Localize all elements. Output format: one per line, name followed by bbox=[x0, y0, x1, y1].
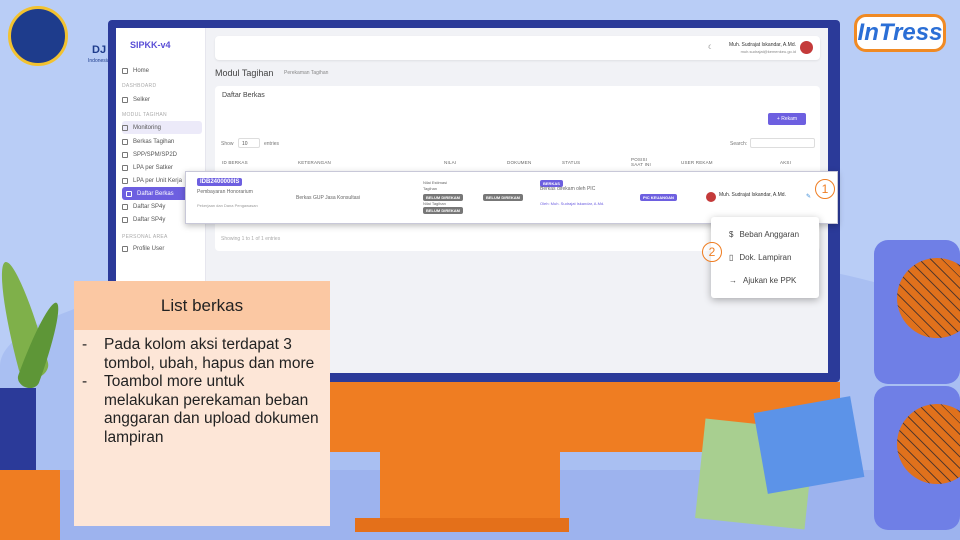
sidebar-item-label: Berkas Tagihan bbox=[133, 138, 175, 145]
col-header[interactable]: STATUS bbox=[562, 160, 580, 165]
sidebar-item-berkas-tagihan[interactable]: Berkas Tagihan bbox=[122, 135, 202, 148]
section-label: PERSONAL AREA bbox=[122, 234, 168, 240]
nilai-status-badge: BELUM DIREKAM bbox=[423, 194, 463, 201]
callout-2: 2 bbox=[702, 242, 722, 262]
nilai-label: Nilai Estimasi bbox=[423, 180, 448, 185]
document-icon: ▯ bbox=[729, 253, 734, 262]
note-title: List berkas bbox=[74, 281, 330, 330]
search-input[interactable] bbox=[750, 138, 815, 148]
theme-toggle-icon[interactable]: ☾ bbox=[708, 44, 713, 51]
monitor-base bbox=[355, 518, 569, 532]
plant-pot bbox=[0, 470, 60, 540]
nilai-label: Nilai Tagihan bbox=[423, 201, 446, 206]
row-keterangan: Berkas GUP Jasa Konsultasi bbox=[296, 195, 361, 201]
sidebar-item-profile[interactable]: Profile User bbox=[122, 242, 202, 255]
col-header[interactable]: ID BERKAS bbox=[222, 160, 248, 165]
col-header[interactable]: NILAI bbox=[444, 160, 456, 165]
user-email: muh.sudrajat@kemenkeu.go.id bbox=[740, 49, 796, 54]
menu-label: Dok. Lampiran bbox=[739, 253, 792, 262]
folder-icon bbox=[126, 190, 132, 197]
list-icon bbox=[122, 124, 128, 131]
sidebar-item-label: LPA per Unit Kerja bbox=[133, 177, 182, 184]
djpb-logo-sub: Indonesia bbox=[88, 58, 110, 64]
row-desc-sub: Pekerjaan dan Dana Pengawasan bbox=[197, 203, 258, 208]
menu-label: Beban Anggaran bbox=[739, 230, 800, 239]
note-point: - Pada kolom aksi terdapat 3 tombol, ubah… bbox=[82, 336, 322, 373]
sidebar-item-label: Daftar SP4y bbox=[133, 216, 166, 223]
col-header[interactable]: DOKUMEN bbox=[507, 160, 531, 165]
monitor-icon bbox=[122, 96, 128, 103]
callout-1: 1 bbox=[815, 179, 835, 199]
sidebar-item-monitoring[interactable]: Monitoring bbox=[122, 121, 202, 134]
sidebar-item-label: Daftar Berkas bbox=[137, 190, 174, 197]
page-title: Modul Tagihan bbox=[215, 68, 274, 78]
dot-icon bbox=[122, 138, 128, 145]
showing-info: Showing 1 to 1 of 1 entries bbox=[221, 236, 281, 242]
sidebar-item-label: Selker bbox=[133, 96, 151, 103]
sidebar-item-label: Profile User bbox=[133, 245, 165, 252]
sidebar-item-spm[interactable]: SPP/SPM/SP2D bbox=[122, 148, 202, 161]
user-icon bbox=[122, 245, 128, 252]
dokumen-badge: BELUM DIREKAM bbox=[483, 194, 523, 201]
col-header: AKSI bbox=[780, 160, 792, 165]
status-by: Oleh: Muh. Sudrajat Iskandar, A.Md. bbox=[540, 201, 605, 206]
file-icon bbox=[122, 203, 128, 210]
card-title: Daftar Berkas bbox=[222, 92, 265, 99]
berkas-id-badge[interactable]: IDB2400000IS bbox=[197, 178, 243, 186]
note-point-text: Toambol more untuk melakukan perekaman b… bbox=[104, 373, 319, 446]
entries-label: entries bbox=[264, 141, 280, 147]
note-point: - Toambol more untuk melakukan perekaman … bbox=[82, 373, 322, 447]
djpb-logo: DJ bbox=[92, 44, 107, 56]
file-icon bbox=[122, 177, 128, 184]
col-header[interactable]: KETERANGAN bbox=[298, 160, 331, 165]
status-text: Berkas direkam oleh PIC bbox=[540, 186, 596, 192]
note-body: - Pada kolom aksi terdapat 3 tombol, ubah… bbox=[74, 330, 330, 526]
avatar[interactable] bbox=[800, 41, 813, 54]
sticky-note-blue bbox=[753, 396, 865, 494]
sidebar-item-selker[interactable]: Selker bbox=[122, 93, 202, 106]
nilai-label: Tagihan bbox=[423, 186, 438, 191]
menu-label: Ajukan ke PPK bbox=[743, 276, 797, 285]
edit-icon[interactable]: ✎ bbox=[806, 193, 811, 200]
row-desc: Pembayaran Honorarium bbox=[197, 189, 253, 195]
file-icon bbox=[122, 216, 128, 223]
col-header[interactable]: POSISI SAAT INI bbox=[631, 157, 659, 167]
home-icon bbox=[122, 67, 128, 74]
sidebar-item-label: LPA per Satker bbox=[133, 164, 173, 171]
kemenkeu-logo bbox=[8, 6, 68, 66]
sidebar-item-label: SPP/SPM/SP2D bbox=[133, 151, 178, 158]
row-user: Muh. Sudrajat Iskandar, A.Md. bbox=[719, 192, 786, 198]
entries-select[interactable]: 10 bbox=[238, 138, 260, 148]
intress-logo: InTress bbox=[854, 14, 946, 52]
col-header[interactable]: USER REKAM bbox=[681, 160, 713, 165]
monitor-stand bbox=[380, 452, 560, 520]
user-avatar bbox=[706, 192, 716, 202]
pencil-holder bbox=[0, 388, 36, 478]
user-name: Muh. Sudrajat Iskandar, A.Md. bbox=[729, 42, 796, 48]
sidebar-item-label: Monitoring bbox=[133, 124, 162, 131]
search-label: Search: bbox=[730, 141, 748, 147]
topbar bbox=[215, 36, 820, 60]
note-point-text: Pada kolom aksi terdapat 3 tombol, ubah,… bbox=[104, 336, 315, 372]
sidebar-nav: Home DASHBOARD Selker MODUL TAGIHAN Moni… bbox=[122, 64, 202, 255]
show-label: Show bbox=[221, 141, 234, 147]
dot-icon bbox=[122, 151, 128, 158]
section-label: DASHBOARD bbox=[122, 83, 157, 89]
nilai-status-badge: BELUM DIREKAM bbox=[423, 207, 463, 214]
sidebar-item-home[interactable]: Home bbox=[122, 64, 202, 77]
sidebar-item-label: Home bbox=[133, 67, 150, 74]
arrow-right-icon: → bbox=[729, 276, 737, 285]
menu-ajukan-ppk[interactable]: → Ajukan ke PPK bbox=[729, 276, 796, 285]
sidebar-item-label: Daftar SP4y bbox=[133, 203, 166, 210]
dollar-icon: $ bbox=[729, 230, 734, 239]
menu-dok-lampiran[interactable]: ▯ Dok. Lampiran bbox=[729, 253, 791, 262]
posisi-badge: PIC KEUANGAN bbox=[640, 194, 677, 201]
app-brand[interactable]: SIPKK-v4 bbox=[130, 40, 171, 50]
rekam-button[interactable]: + Rekam bbox=[768, 113, 806, 125]
menu-beban-anggaran[interactable]: $ Beban Anggaran bbox=[729, 230, 799, 239]
section-label: MODUL TAGIHAN bbox=[122, 112, 167, 118]
file-icon bbox=[122, 164, 128, 171]
breadcrumb[interactable]: Perekaman Tagihan bbox=[284, 70, 328, 76]
